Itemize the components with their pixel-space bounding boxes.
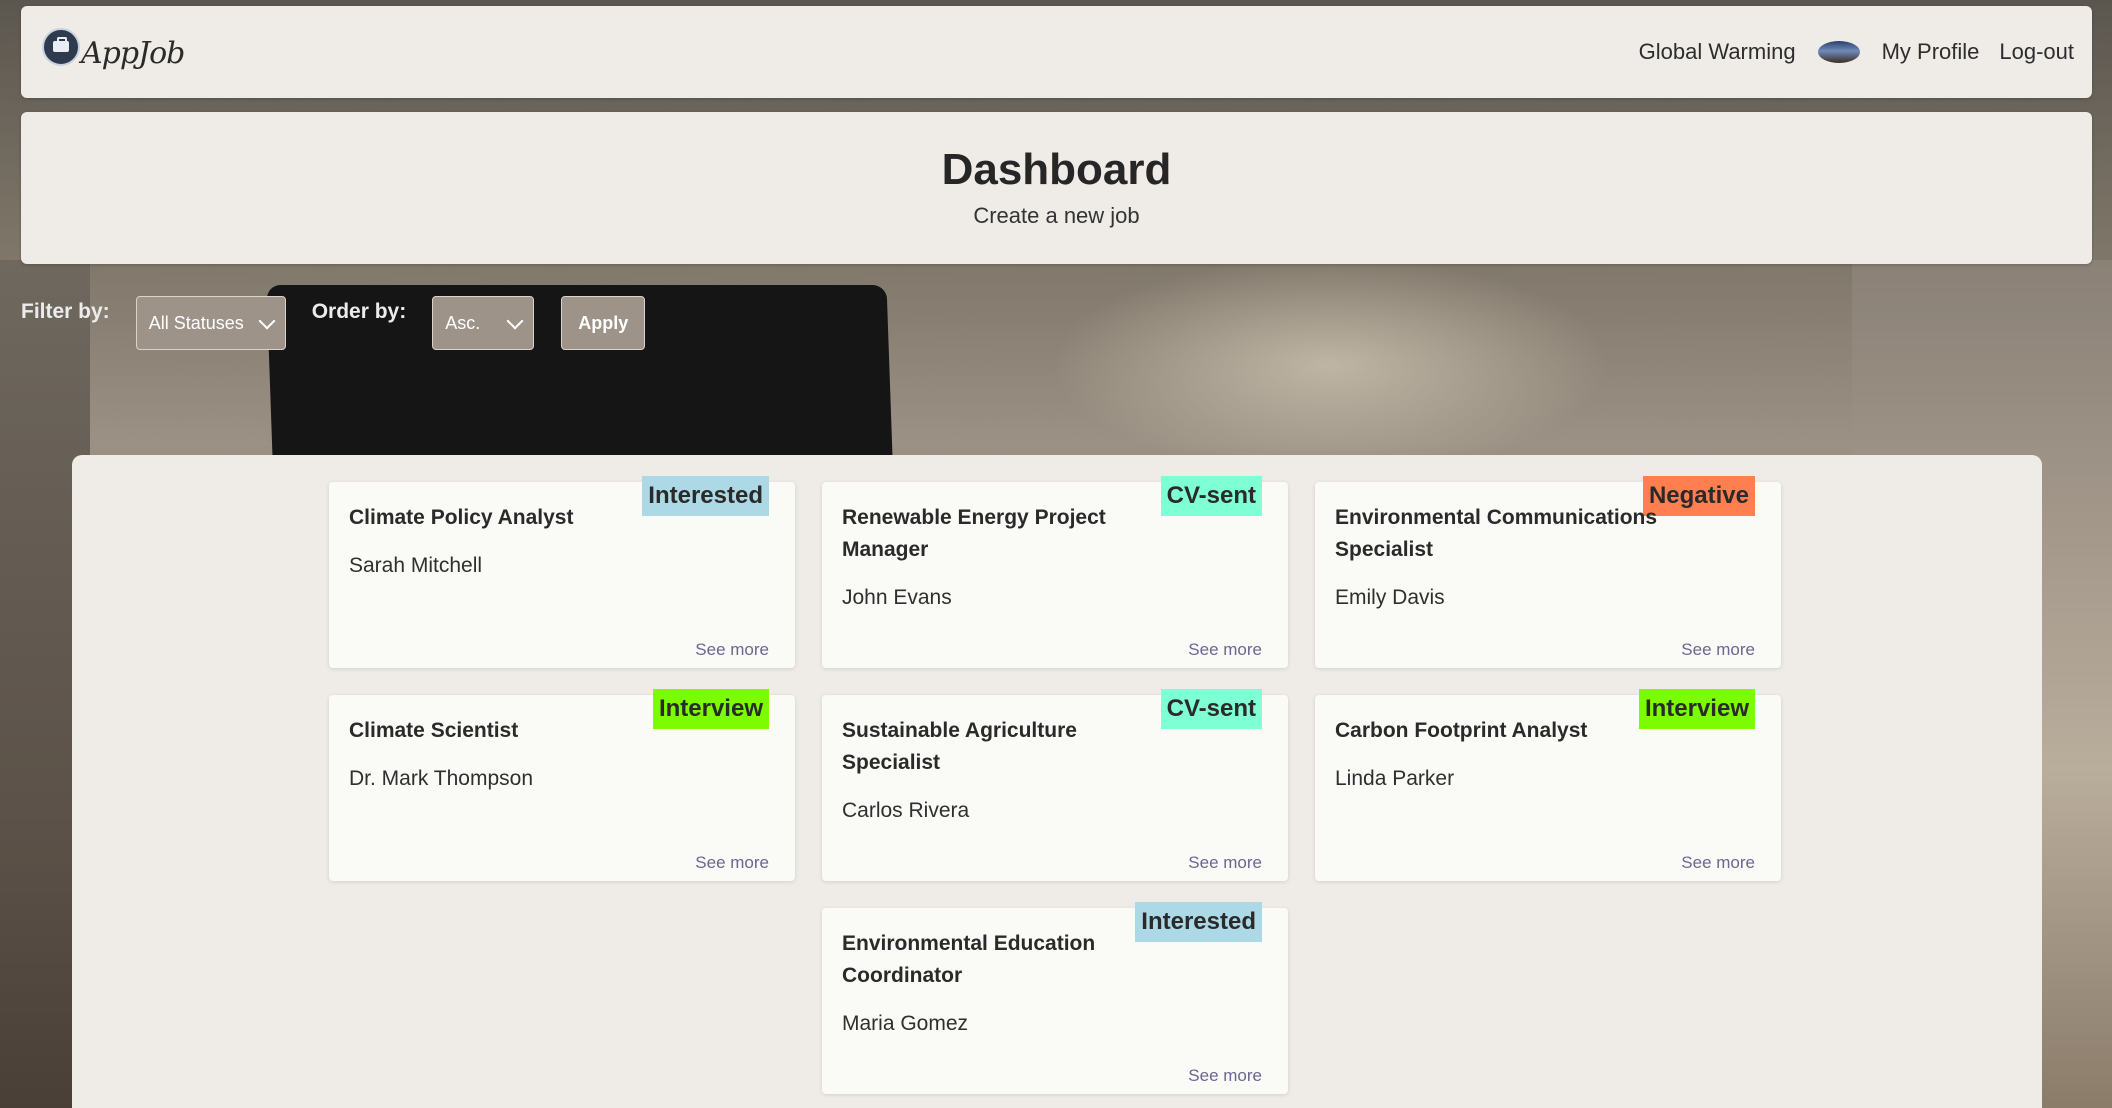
logout-link[interactable]: Log-out (1999, 39, 2074, 65)
status-badge: CV-sent (1160, 689, 1262, 729)
see-more-link[interactable]: See more (1188, 853, 1262, 873)
job-title: Environmental Education Coordinator (842, 932, 1096, 987)
contact-name: John Evans (842, 586, 952, 609)
contact-name: Linda Parker (1335, 767, 1455, 790)
briefcase-logo-icon[interactable] (42, 28, 80, 66)
job-card[interactable]: Interested Environmental Education Coord… (822, 902, 1288, 1094)
contact-name: Maria Gomez (842, 1012, 969, 1035)
job-title: Renewable Energy Project Manager (842, 506, 1106, 561)
status-badge: CV-sent (1160, 476, 1262, 516)
page-title: Dashboard (941, 145, 1172, 194)
job-card[interactable]: Negative Environmental Communications Sp… (1315, 476, 1781, 668)
navbar: AppJob Global Warming My Profile Log-out (21, 6, 2092, 98)
order-label: Order by: (311, 300, 407, 323)
job-title: Sustainable Agriculture Specialist (842, 719, 1077, 774)
contact-name: Emily Davis (1335, 586, 1445, 609)
background-light (1050, 255, 1610, 475)
chevron-down-icon (506, 312, 524, 330)
my-profile-link[interactable]: My Profile (1882, 39, 1980, 65)
order-select-value: Asc. (445, 312, 481, 333)
job-title: Carbon Footprint Analyst (1335, 719, 1588, 742)
see-more-link[interactable]: See more (1681, 853, 1755, 873)
job-title: Climate Policy Analyst (349, 506, 574, 529)
status-select[interactable]: All Statuses (135, 296, 286, 350)
contact-name: Dr. Mark Thompson (349, 767, 534, 790)
job-board: Interested Climate Policy Analyst Sarah … (72, 455, 2042, 1108)
contact-name: Sarah Mitchell (349, 554, 483, 577)
contact-name: Carlos Rivera (842, 799, 970, 822)
nav-links: Global Warming My Profile Log-out (1639, 6, 2074, 98)
job-card[interactable]: CV-sent Renewable Energy Project Manager… (822, 476, 1288, 668)
see-more-link[interactable]: See more (1188, 640, 1262, 660)
job-card[interactable]: Interview Carbon Footprint Analyst Linda… (1315, 689, 1781, 881)
job-card[interactable]: Interested Climate Policy Analyst Sarah … (329, 476, 795, 668)
filter-label: Filter by: (21, 300, 110, 323)
avatar[interactable] (1817, 41, 1860, 63)
job-title: Environmental Communications Specialist (1335, 506, 1658, 561)
see-more-link[interactable]: See more (695, 640, 769, 660)
create-job-link[interactable]: Create a new job (973, 203, 1139, 229)
dashboard-header: Dashboard Create a new job (21, 112, 2092, 264)
job-card[interactable]: CV-sent Sustainable Agriculture Speciali… (822, 689, 1288, 881)
apply-button[interactable]: Apply (561, 296, 646, 350)
see-more-link[interactable]: See more (1681, 640, 1755, 660)
user-name-link[interactable]: Global Warming (1639, 39, 1796, 65)
order-select[interactable]: Asc. (432, 296, 535, 350)
job-title: Climate Scientist (349, 719, 519, 742)
status-select-value: All Statuses (148, 312, 244, 333)
filter-bar: Filter by: All Statuses Order by: Asc. A… (21, 296, 646, 352)
see-more-link[interactable]: See more (695, 853, 769, 873)
chevron-down-icon (258, 312, 276, 330)
see-more-link[interactable]: See more (1188, 1066, 1262, 1086)
job-card[interactable]: Interview Climate Scientist Dr. Mark Tho… (329, 689, 795, 881)
logo-text[interactable]: AppJob (81, 36, 185, 71)
